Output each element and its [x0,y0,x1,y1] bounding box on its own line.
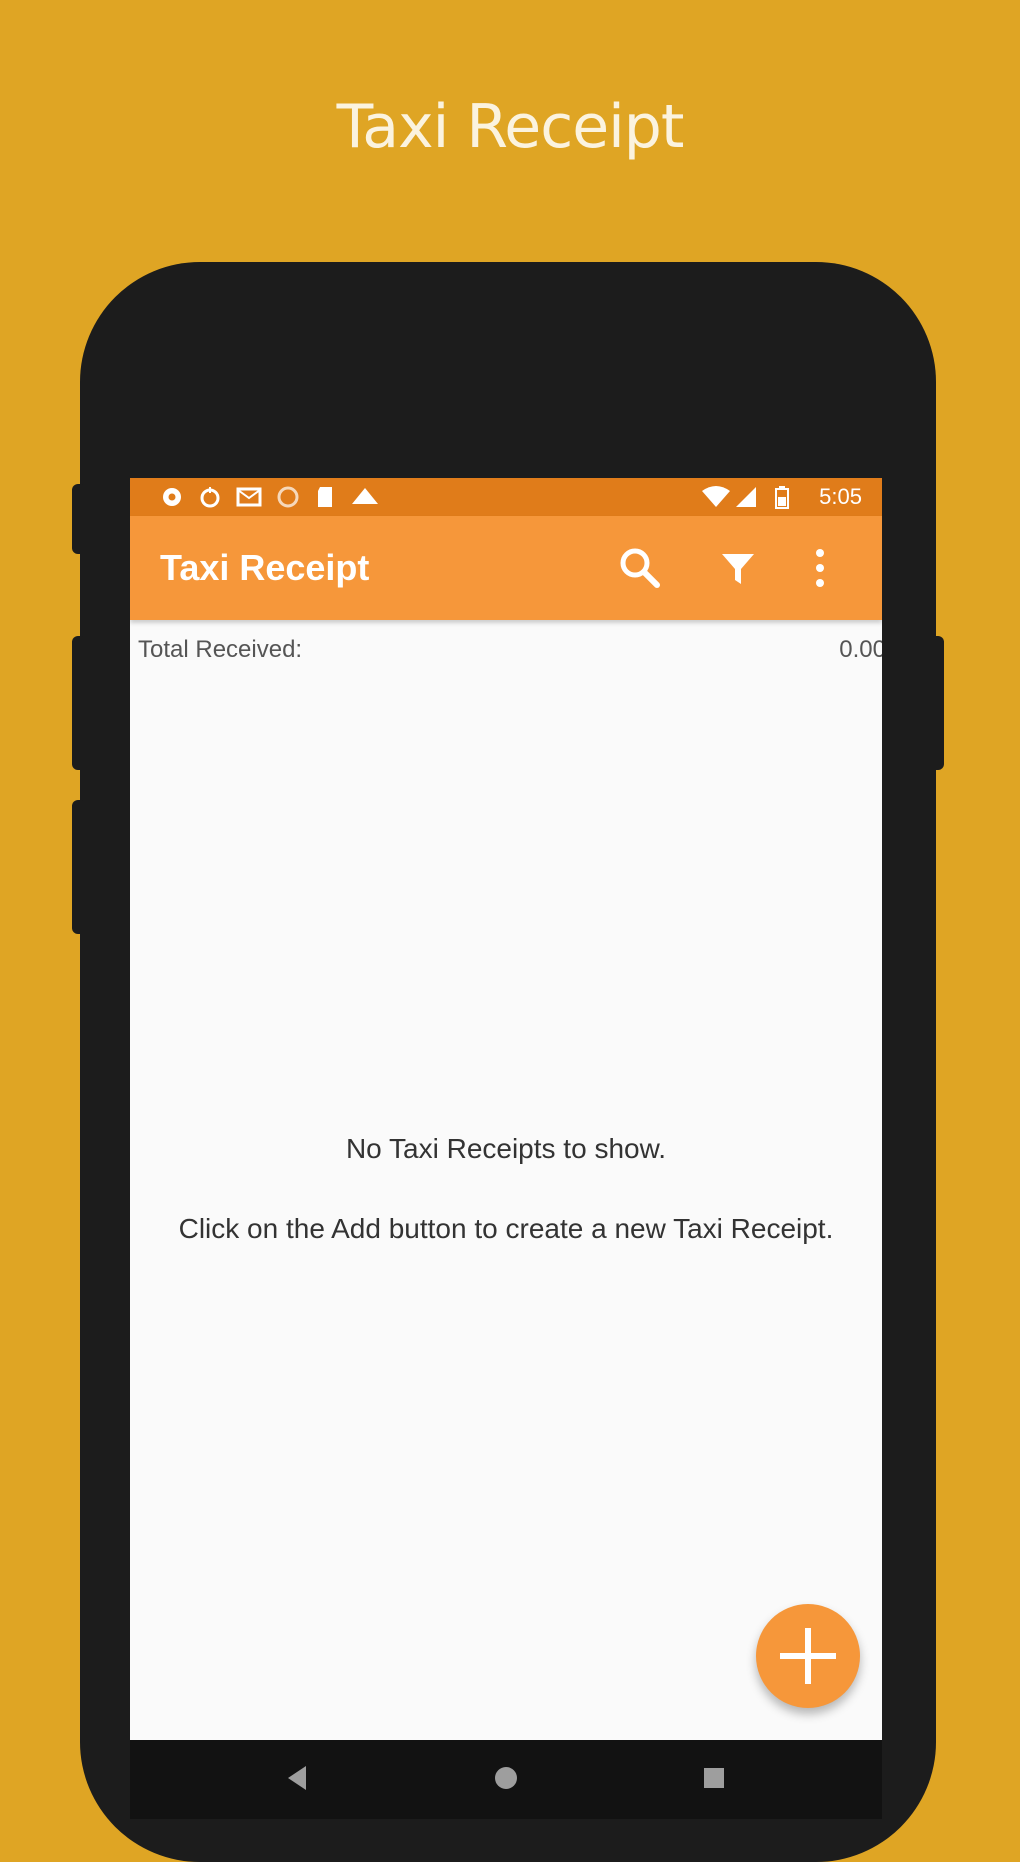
mail-icon [236,485,262,509]
more-vert-icon[interactable] [790,538,850,598]
total-received-row: Total Received: 0.00 [130,632,882,666]
settings-icon [160,485,184,509]
home-icon[interactable] [488,1760,524,1796]
app-bar: Taxi Receipt [130,516,882,620]
total-received-value: 0.00 [839,636,882,663]
phone-side-button [72,636,86,770]
recents-icon[interactable] [696,1760,732,1796]
search-icon[interactable] [610,538,670,598]
add-receipt-button[interactable] [756,1604,860,1708]
total-received-label: Total Received: [138,636,303,663]
sd-card-icon [314,485,336,509]
status-time: 5:05 [819,484,862,509]
phone-side-button [72,484,86,554]
battery-icon [774,485,790,509]
navigation-bar [130,1740,882,1819]
phone-side-button [930,636,944,770]
empty-state-title: No Taxi Receipts to show. [345,1133,667,1164]
phone-screen: 5:05 Taxi Receipt Total Received: 0.00 N… [130,478,882,1740]
filter-icon[interactable] [708,538,768,598]
empty-state-hint: Click on the Add button to create a new … [178,1213,834,1244]
timer-icon [198,485,222,509]
signal-icon [734,485,760,509]
circle-icon [276,485,300,509]
promo-title: Taxi Receipt [336,92,685,162]
back-icon[interactable] [280,1760,316,1796]
plus-icon [780,1628,836,1684]
status-bar: 5:05 [130,478,882,516]
wifi-icon [700,485,732,509]
warning-icon [350,485,380,509]
app-title: Taxi Receipt [160,547,370,588]
phone-side-button [72,800,86,934]
